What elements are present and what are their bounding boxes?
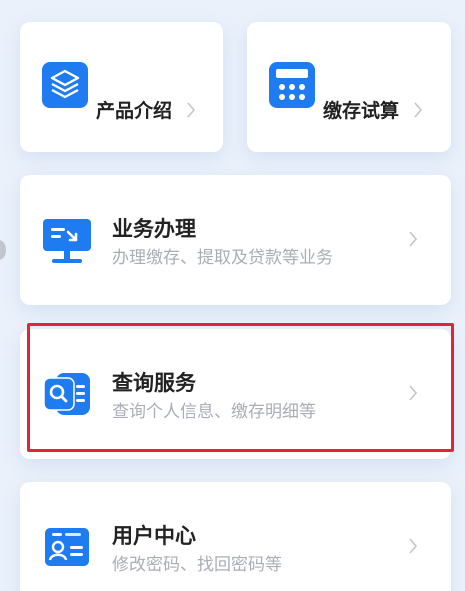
id-card-icon (45, 528, 89, 566)
service-menu-page: 产品介绍 缴存试算 业务办理 办理缴存、提取及贷款等业务 查询服务 查询个人信息… (0, 0, 465, 591)
layers-icon (42, 62, 88, 108)
deposit-calculator-card[interactable]: 缴存试算 (247, 22, 451, 152)
product-intro-title: 产品介绍 (96, 100, 173, 122)
business-handling-subtitle: 办理缴存、提取及贷款等业务 (112, 248, 333, 268)
business-handling-card[interactable]: 业务办理 办理缴存、提取及贷款等业务 (20, 175, 451, 305)
calculator-icon (269, 62, 315, 108)
user-center-title: 用户中心 (112, 524, 196, 548)
deposit-calculator-title: 缴存试算 (323, 100, 400, 122)
query-service-card[interactable]: 查询服务 查询个人信息、缴存明细等 (20, 329, 451, 459)
user-center-subtitle: 修改密码、找回密码等 (112, 555, 282, 575)
search-document-icon (43, 373, 90, 415)
user-center-card[interactable]: 用户中心 修改密码、找回密码等 (20, 482, 451, 591)
chevron-right-icon (409, 538, 418, 554)
query-service-title: 查询服务 (112, 371, 196, 395)
chevron-right-icon (187, 102, 196, 118)
product-intro-card[interactable]: 产品介绍 (20, 22, 223, 152)
monitor-icon (43, 219, 91, 263)
edge-indicator (0, 240, 6, 260)
query-service-subtitle: 查询个人信息、缴存明细等 (112, 402, 316, 422)
chevron-right-icon (414, 102, 423, 118)
business-handling-title: 业务办理 (112, 217, 196, 241)
chevron-right-icon (409, 231, 418, 247)
chevron-right-icon (409, 385, 418, 401)
